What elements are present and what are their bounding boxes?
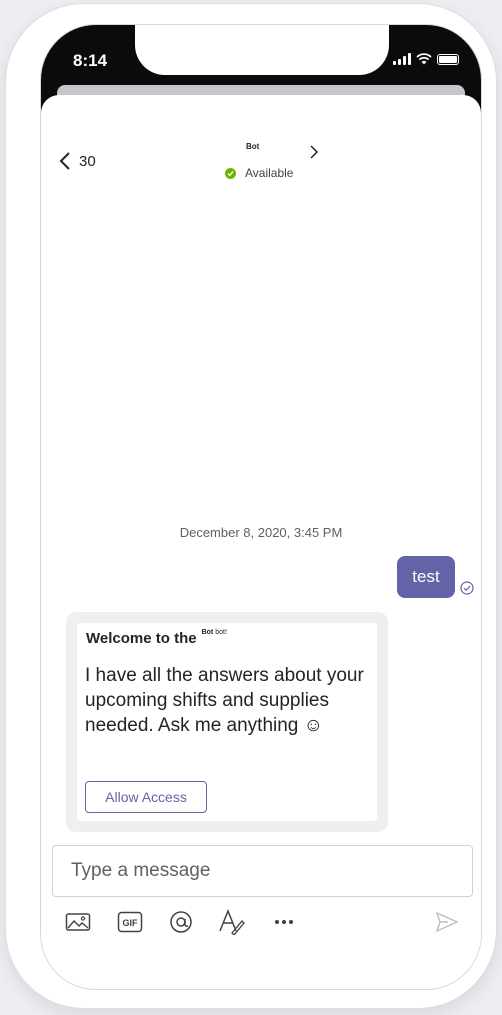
card-title: Welcome to the Bot bot!	[86, 629, 227, 647]
chat-title[interactable]: Bot	[246, 142, 259, 151]
presence-label: Available	[245, 166, 294, 180]
sent-message-text: test	[412, 567, 440, 586]
chat-view: 30 Bot Available December 8, 2020, 3:45 …	[41, 95, 481, 989]
svg-text:GIF: GIF	[123, 918, 139, 928]
available-icon	[225, 167, 236, 179]
sent-message[interactable]: test	[397, 556, 455, 598]
mention-icon[interactable]	[167, 905, 195, 939]
wifi-icon	[416, 53, 432, 65]
signal-icon	[393, 53, 411, 65]
status-time: 8:14	[73, 51, 108, 70]
more-icon[interactable]	[271, 905, 297, 939]
back-count: 30	[79, 152, 96, 170]
phone-screen: 8:14 30 Bot Available December 8, 2020, …	[40, 24, 482, 990]
presence-status: Available	[225, 166, 293, 180]
composer-toolbar: GIF	[41, 905, 481, 939]
card-title-text: Welcome to the	[86, 630, 197, 647]
message-timestamp: December 8, 2020, 3:45 PM	[179, 525, 343, 540]
chevron-right-icon[interactable]	[309, 145, 319, 164]
status-icons	[393, 53, 459, 65]
notch	[135, 25, 389, 75]
allow-access-button[interactable]: Allow Access	[85, 781, 207, 813]
message-input[interactable]: Type a message	[52, 845, 473, 897]
phone-frame: 8:14 30 Bot Available December 8, 2020, …	[6, 4, 496, 1008]
send-icon[interactable]	[433, 905, 461, 939]
read-receipt-icon	[460, 581, 474, 595]
format-icon[interactable]	[217, 905, 247, 939]
battery-icon	[437, 53, 459, 65]
chevron-left-icon	[59, 152, 70, 170]
gif-icon[interactable]: GIF	[116, 905, 144, 939]
card-title-bot: Bot	[201, 629, 214, 636]
card-title-suffix: bot!	[215, 629, 227, 636]
back-button[interactable]: 30	[59, 151, 96, 171]
image-icon[interactable]	[63, 905, 93, 939]
card-body: I have all the answers about your upcomi…	[85, 665, 364, 736]
